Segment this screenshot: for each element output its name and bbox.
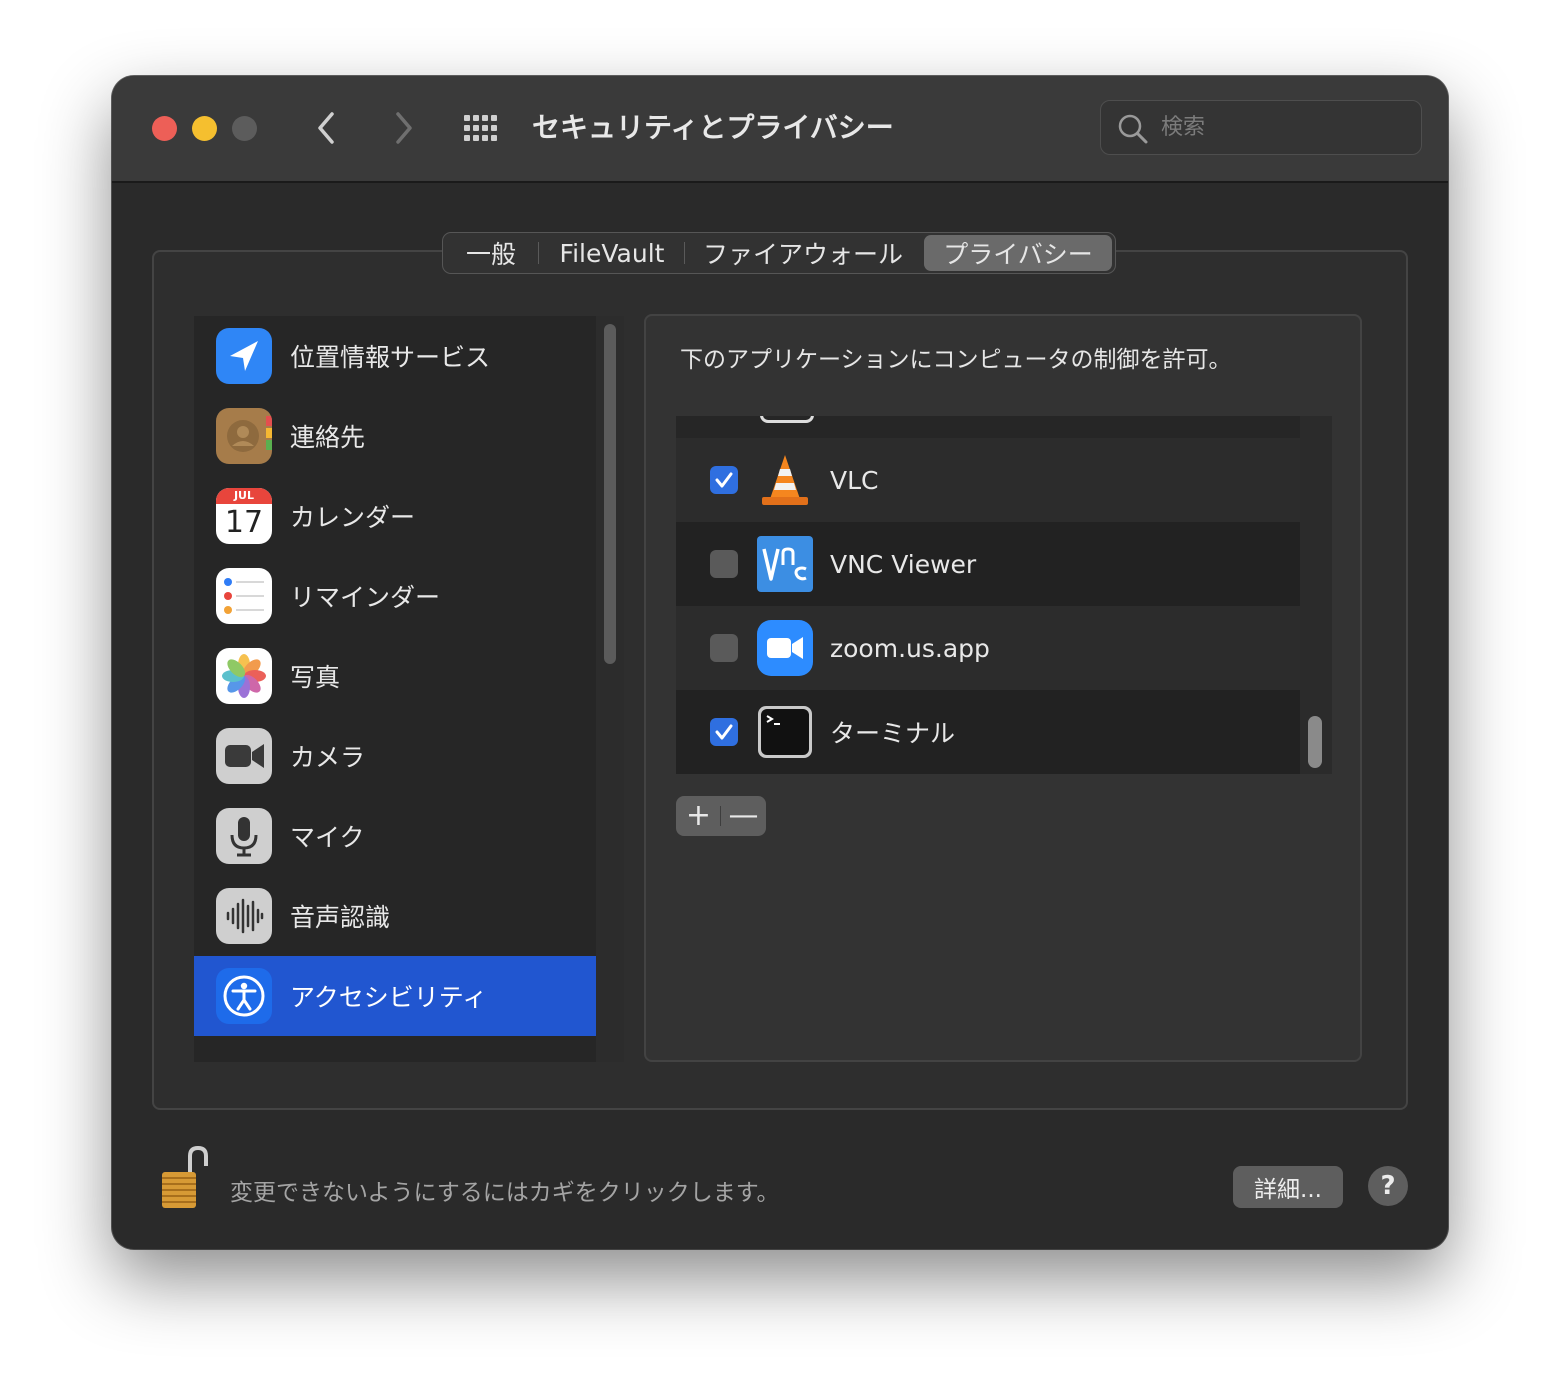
terminal-checkbox[interactable] [710, 718, 738, 746]
speech-recognition-icon [216, 888, 272, 944]
sidebar-item-label: リマインダー [290, 583, 441, 612]
vnc-viewer-checkbox[interactable] [710, 550, 738, 578]
forward-button[interactable] [382, 106, 422, 150]
search-icon [1118, 114, 1148, 144]
app-list-scrollbar[interactable] [1300, 416, 1332, 774]
lock-instruction-text: 変更できないようにするにはカギをクリックします。 [230, 1180, 780, 1206]
sidebar-scrollbar[interactable] [596, 316, 624, 1062]
sidebar-item-speech-recognition[interactable]: 音声認識 [194, 876, 596, 956]
checkmark-icon [715, 472, 733, 488]
vnc-viewer-icon [756, 535, 814, 593]
tab-general[interactable]: 一般 [443, 233, 539, 273]
sidebar-item-label: カレンダー [290, 503, 416, 532]
segmented-tabs: 一般 FileVault ファイアウォール プライバシー [442, 232, 1116, 274]
privacy-sidebar: 位置情報サービス 連絡先 JUL 17 カレンダー リマインダー 写真 カメラ … [194, 316, 596, 1062]
sidebar-item-label: 音声認識 [290, 903, 391, 932]
sidebar-item-label: カメラ [290, 743, 366, 772]
chevron-right-icon [396, 112, 412, 144]
sidebar-item-reminders[interactable]: リマインダー [194, 556, 596, 636]
app-name: ターミナル [830, 719, 956, 748]
app-name: VLC [830, 465, 879, 495]
app-name: VNC Viewer [830, 549, 977, 579]
tab-privacy[interactable]: プライバシー [924, 235, 1112, 271]
contacts-icon [216, 408, 272, 464]
vlc-checkbox[interactable] [710, 466, 738, 494]
list-item: zoom.us.app [676, 606, 1300, 690]
camera-icon [216, 728, 272, 784]
add-app-button[interactable]: + [676, 796, 721, 836]
sidebar-item-contacts[interactable]: 連絡先 [194, 396, 596, 476]
show-all-button[interactable] [462, 113, 502, 143]
microphone-icon [216, 808, 272, 864]
calendar-month: JUL [233, 489, 255, 502]
zoom-button[interactable] [232, 116, 257, 141]
search-field[interactable]: 検索 [1100, 100, 1422, 155]
sidebar-item-camera[interactable]: カメラ [194, 716, 596, 796]
photos-icon [216, 648, 272, 704]
app-name: zoom.us.app [830, 633, 990, 663]
advanced-button[interactable]: 詳細... [1233, 1166, 1343, 1208]
chevron-left-icon [318, 112, 334, 144]
reminders-icon [216, 568, 272, 624]
zoom-checkbox[interactable] [710, 634, 738, 662]
back-button[interactable] [308, 106, 348, 150]
close-button[interactable] [152, 116, 177, 141]
sidebar-item-location-services[interactable]: 位置情報サービス [194, 316, 596, 396]
location-arrow-icon [216, 328, 272, 384]
app-list: VLC VNC Viewer zoom.us.app ターミナル [676, 416, 1332, 774]
accessibility-icon [216, 968, 272, 1024]
sidebar-item-label: マイク [290, 823, 365, 852]
grid-icon [464, 115, 497, 141]
sidebar-scroll-thumb[interactable] [604, 324, 616, 664]
vlc-icon [756, 451, 814, 509]
help-button[interactable]: ? [1368, 1166, 1408, 1206]
add-remove-control: + — [676, 796, 766, 836]
sidebar-item-label: 位置情報サービス [290, 343, 491, 372]
sidebar-item-label: 写真 [290, 663, 341, 692]
checkmark-icon [715, 724, 733, 740]
calendar-icon: JUL 17 [216, 488, 272, 544]
sidebar-item-accessibility[interactable]: アクセシビリティ [194, 956, 596, 1036]
window-title: セキュリティとプライバシー [532, 111, 894, 144]
sidebar-item-label: 連絡先 [290, 423, 366, 452]
minimize-button[interactable] [192, 116, 217, 141]
tab-firewall[interactable]: ファイアウォール [685, 233, 921, 273]
zoom-icon [756, 619, 814, 677]
accessibility-pane: 下のアプリケーションにコンピュータの制御を許可。 VLC VNC Viewer … [644, 314, 1362, 1062]
pane-description: 下のアプリケーションにコンピュータの制御を許可。 [680, 347, 1232, 373]
calendar-day: 17 [224, 505, 264, 540]
sidebar-item-photos[interactable]: 写真 [194, 636, 596, 716]
partial-app-icon [760, 416, 814, 423]
sidebar-item-microphone[interactable]: マイク [194, 796, 596, 876]
app-list-scroll-thumb[interactable] [1308, 716, 1322, 768]
list-item: VLC [676, 438, 1300, 522]
tab-filevault[interactable]: FileVault [539, 233, 685, 273]
sidebar-item-label: アクセシビリティ [290, 983, 488, 1012]
remove-app-button[interactable]: — [721, 796, 766, 836]
title-bar: セキュリティとプライバシー 検索 [112, 76, 1448, 183]
list-item: ターミナル [676, 690, 1300, 774]
sidebar-item-calendar[interactable]: JUL 17 カレンダー [194, 476, 596, 556]
search-placeholder: 検索 [1161, 115, 1206, 140]
system-preferences-window: セキュリティとプライバシー 検索 一般 FileVault ファイアウォール プ… [112, 76, 1448, 1249]
lock-icon[interactable] [160, 1145, 210, 1210]
list-item: VNC Viewer [676, 522, 1300, 606]
terminal-icon [756, 703, 814, 761]
